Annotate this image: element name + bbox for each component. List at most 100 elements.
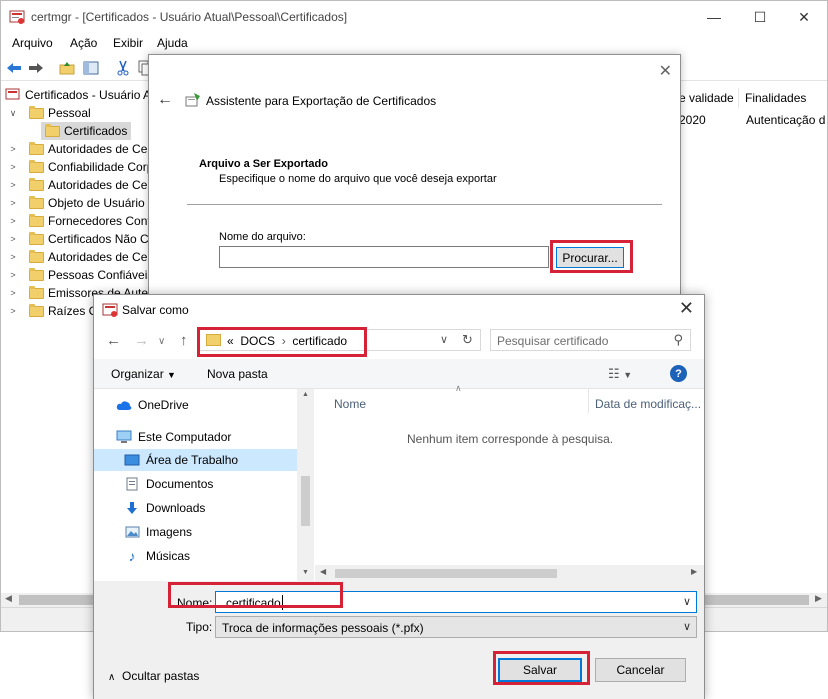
breadcrumb-certificado[interactable]: certificado [292, 334, 347, 348]
up-arrow-icon[interactable]: ↑ [180, 332, 188, 349]
chevron-down-icon[interactable]: ∨ [7, 108, 19, 119]
scroll-up-icon[interactable]: ▲ [302, 391, 309, 398]
download-arrow-icon [124, 501, 140, 515]
scrollbar-thumb[interactable] [335, 569, 557, 578]
column-header-name[interactable]: Nome [334, 397, 366, 411]
chevron-right-icon[interactable]: > [7, 198, 19, 208]
tree-item-label: Certificados - Usuário A [25, 88, 151, 102]
hide-folders-toggle[interactable]: ∧ Ocultar pastas [108, 669, 199, 683]
tree-item[interactable]: > Confiabilidade Corp [7, 158, 151, 176]
tree-item[interactable]: > Autoridades de Cer [7, 140, 151, 158]
menu-ajuda[interactable]: Ajuda [157, 36, 188, 50]
column-header-validity[interactable]: e validade [679, 91, 734, 105]
nav-item-downloads[interactable]: Downloads [124, 497, 205, 519]
chevron-down-icon[interactable]: ∨ [683, 620, 691, 633]
chevron-right-icon[interactable]: > [7, 180, 19, 190]
view-options-button[interactable]: ☷ ▼ [608, 366, 632, 382]
search-icon[interactable]: ⚲ [673, 332, 683, 348]
nav-item-images[interactable]: Imagens [124, 521, 192, 543]
refresh-icon[interactable]: ↻ [462, 332, 473, 348]
cell-purposes[interactable]: Autenticação d [746, 113, 825, 127]
tree-item[interactable]: > Fornecedores Confi [7, 212, 151, 230]
back-arrow-icon[interactable] [6, 60, 22, 76]
nav-item-this-pc[interactable]: Este Computador [116, 426, 231, 448]
tree-item[interactable]: > Certificados Não Co [7, 230, 151, 248]
file-name-input[interactable] [219, 246, 549, 268]
address-bar[interactable]: « DOCS › certificado ∨ ↻ [198, 329, 481, 351]
tree-item[interactable]: > Objeto de Usuário d [7, 194, 151, 212]
up-folder-icon[interactable] [59, 60, 75, 76]
cell-validity[interactable]: 2020 [679, 113, 706, 127]
tree-item-certificados[interactable]: Certificados [41, 122, 132, 140]
breadcrumb-overflow[interactable]: « [227, 334, 234, 348]
image-icon [124, 525, 140, 539]
close-icon[interactable]: ✕ [679, 298, 694, 319]
nav-label: OneDrive [138, 398, 189, 412]
organize-label: Organizar [111, 367, 164, 381]
help-icon[interactable]: ? [670, 365, 687, 382]
scroll-right-icon[interactable]: ▶ [691, 567, 697, 576]
tree-item-label: Certificados Não Co [48, 232, 151, 246]
nav-item-onedrive[interactable]: OneDrive [116, 394, 189, 416]
scroll-left-icon[interactable]: ◀ [5, 593, 12, 604]
scroll-left-icon[interactable]: ◀ [320, 567, 326, 576]
chevron-right-icon[interactable]: > [7, 252, 19, 262]
chevron-right-icon[interactable]: > [7, 144, 19, 154]
chevron-right-icon[interactable]: > [7, 162, 19, 172]
minimize-icon: — [707, 9, 721, 25]
search-input[interactable]: Pesquisar certificado [497, 334, 608, 348]
recent-locations-chevron-icon[interactable]: ∨ [158, 336, 165, 347]
navigation-scrollbar[interactable]: ▲ ▼ [297, 389, 314, 581]
folder-icon [29, 105, 44, 119]
chevron-right-icon[interactable]: > [7, 306, 19, 316]
tree-item-pessoal[interactable]: ∨ Pessoal [7, 104, 91, 122]
file-name-field[interactable]: certificado ∨ [215, 591, 697, 613]
cancel-button[interactable]: Cancelar [595, 658, 686, 682]
save-button[interactable]: Salvar [498, 658, 582, 682]
back-arrow-icon[interactable]: ← [157, 91, 173, 109]
browse-button[interactable]: Procurar... [556, 247, 624, 268]
divider [187, 204, 662, 205]
tree-item-label: Pessoal [48, 106, 91, 120]
nav-item-music[interactable]: ♪ Músicas [124, 545, 191, 567]
tree-item[interactable]: > Pessoas Confiáveis [7, 266, 151, 284]
breadcrumb-docs[interactable]: DOCS [240, 334, 275, 348]
column-header-purposes[interactable]: Finalidades [745, 91, 806, 105]
folder-icon [45, 123, 60, 137]
file-list-pane: ∧ Nome Data de modificaç... Nenhum item … [315, 383, 704, 581]
close-icon[interactable]: ✕ [659, 61, 672, 81]
folder-icon [29, 159, 44, 173]
file-type-select[interactable]: Troca de informações pessoais (*.pfx) ∨ [215, 616, 697, 638]
column-header-date-modified[interactable]: Data de modificaç... [595, 397, 701, 411]
chevron-down-icon[interactable]: ∨ [683, 595, 691, 608]
cut-icon[interactable] [115, 60, 131, 76]
minimize-button[interactable]: — [691, 1, 737, 33]
chevron-right-icon[interactable]: > [7, 234, 19, 244]
menu-acao[interactable]: Ação [70, 36, 97, 50]
new-folder-button[interactable]: Nova pasta [207, 367, 268, 381]
nav-item-documents[interactable]: Documentos [124, 473, 213, 495]
file-list-horizontal-scrollbar[interactable]: ◀ ▶ [315, 565, 704, 581]
organize-button[interactable]: Organizar ▼ [111, 367, 176, 381]
chevron-right-icon[interactable]: > [7, 216, 19, 226]
tree-item[interactable]: > Autoridades de Cer [7, 176, 151, 194]
search-box[interactable]: Pesquisar certificado ⚲ [490, 329, 691, 351]
forward-arrow-icon[interactable]: → [134, 332, 149, 349]
maximize-button[interactable]: ☐ [737, 1, 783, 33]
tree-item-root[interactable]: Certificados - Usuário A [5, 86, 151, 104]
back-arrow-icon[interactable]: ← [106, 332, 121, 349]
menu-exibir[interactable]: Exibir [113, 36, 143, 50]
chevron-right-icon[interactable]: > [7, 270, 19, 280]
chevron-right-icon[interactable]: > [7, 288, 19, 298]
menu-arquivo[interactable]: Arquivo [12, 36, 53, 50]
scrollbar-thumb[interactable] [301, 476, 310, 526]
scroll-down-icon[interactable]: ▼ [302, 569, 309, 576]
chevron-down-icon[interactable]: ∨ [440, 333, 448, 346]
show-hide-console-tree-icon[interactable] [83, 60, 99, 76]
nav-label: Área de Trabalho [146, 453, 239, 467]
forward-arrow-icon[interactable] [28, 60, 44, 76]
tree-item[interactable]: > Autoridades de Cer [7, 248, 151, 266]
nav-item-desktop[interactable]: Área de Trabalho [94, 449, 297, 471]
scroll-right-icon[interactable]: ▶ [815, 593, 822, 604]
close-button[interactable]: ✕ [781, 1, 827, 33]
